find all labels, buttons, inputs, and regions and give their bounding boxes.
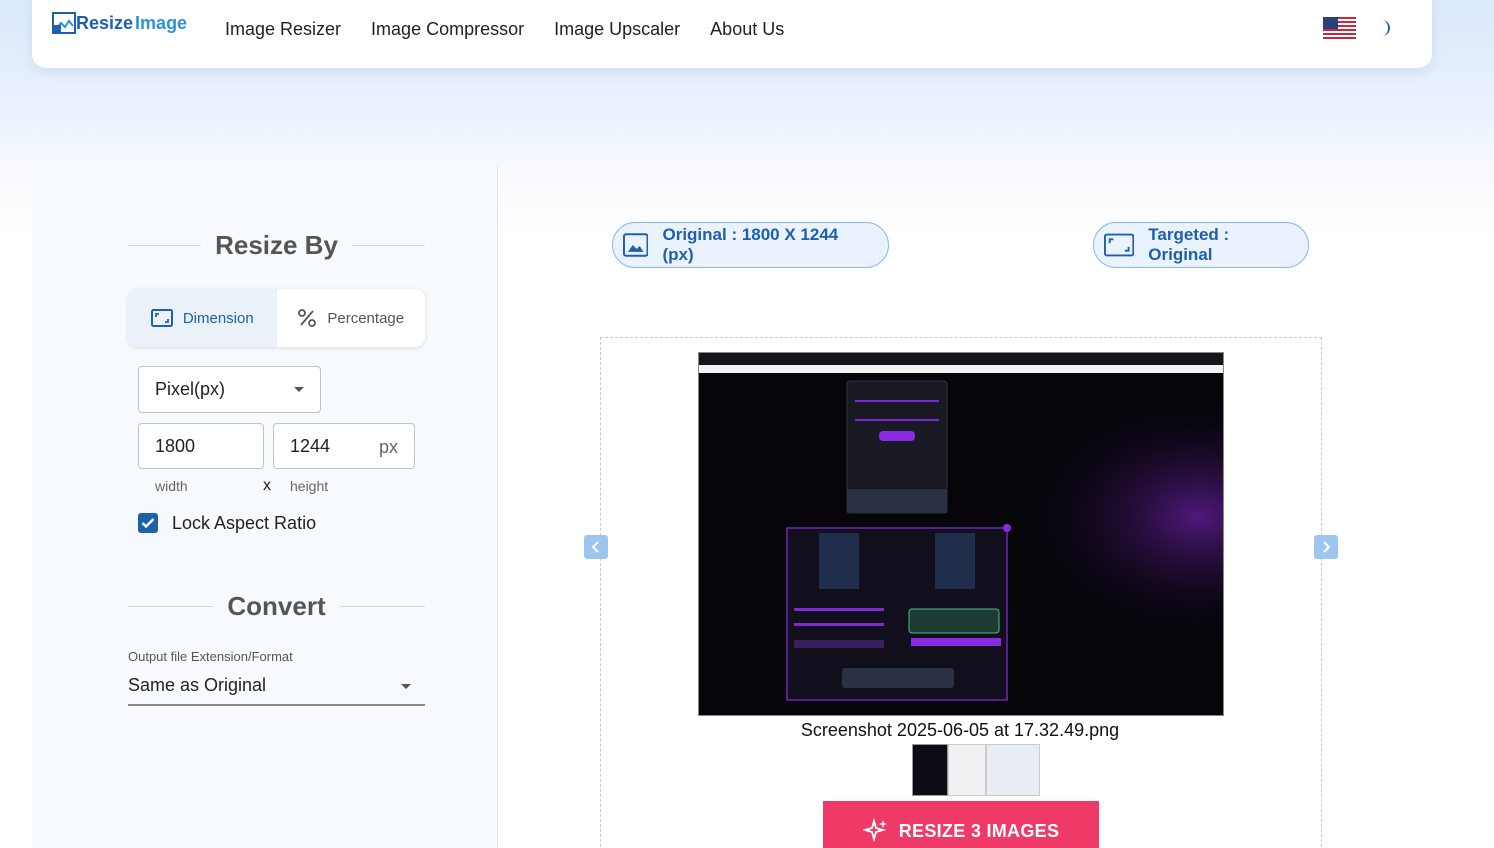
thumbnail-3[interactable] — [986, 744, 1040, 796]
original-size-label: Original : 1800 X 1244 (px) — [662, 225, 839, 264]
width-input[interactable]: 1800 — [138, 423, 264, 469]
convert-heading: Convert — [128, 591, 425, 622]
logo-text-resize: Resize — [76, 12, 134, 33]
image-preview — [698, 352, 1224, 716]
height-value: 1244 — [290, 435, 331, 456]
sparkles-icon — [862, 818, 887, 843]
resize-frame-icon — [1104, 233, 1135, 257]
preview-screenshot-graphic — [699, 353, 1223, 715]
original-size-badge: Original : 1800 X 1244 (px) — [612, 222, 889, 268]
percent-icon — [298, 309, 317, 327]
format-label: Output file Extension/Format — [128, 649, 293, 664]
us-flag-icon[interactable] — [1323, 17, 1356, 41]
chevron-down-icon — [294, 387, 304, 392]
logo[interactable]: Resize Image — [52, 12, 187, 34]
tab-percentage-label: Percentage — [327, 309, 405, 327]
nav-image-compressor[interactable]: Image Compressor — [371, 19, 524, 40]
height-label: height — [290, 478, 329, 494]
main-nav: Image Resizer Image Compressor Image Ups… — [225, 19, 784, 40]
unit-select[interactable]: Pixel(px) — [138, 366, 321, 413]
tab-percentage[interactable]: Percentage — [277, 289, 426, 347]
logo-icon — [52, 12, 76, 34]
chevron-down-icon — [401, 684, 411, 689]
resize-button-label: RESIZE 3 IMAGES — [898, 820, 1060, 841]
format-select[interactable]: Same as Original — [128, 670, 425, 706]
width-value: 1800 — [155, 435, 196, 456]
tab-dimension[interactable]: Dimension — [128, 289, 277, 347]
image-icon — [623, 233, 649, 257]
lock-aspect-checkbox[interactable] — [138, 513, 158, 533]
settings-panel: Resize By Dimension Percentage Pixel(px)… — [32, 166, 498, 848]
thumbnail-2[interactable] — [948, 744, 986, 796]
top-navbar: Resize Image Image Resizer Image Compres… — [32, 0, 1432, 68]
next-image-button[interactable] — [1314, 535, 1338, 559]
height-input[interactable]: 1244 px — [273, 423, 415, 469]
resize-by-title: Resize By — [215, 230, 338, 260]
prev-image-button[interactable] — [584, 535, 608, 559]
targeted-size-badge: Targeted : Original — [1093, 222, 1309, 268]
chevron-left-icon — [591, 541, 599, 553]
thumbnail-1[interactable] — [912, 744, 948, 796]
logo-text-image: Image — [135, 12, 188, 33]
unit-select-value: Pixel(px) — [155, 379, 226, 399]
dimension-separator: x — [263, 477, 271, 494]
chevron-right-icon — [1323, 541, 1331, 553]
resize-mode-toggle: Dimension Percentage — [128, 289, 425, 347]
nav-image-resizer[interactable]: Image Resizer — [225, 19, 341, 40]
lock-aspect-label: Lock Aspect Ratio — [172, 513, 317, 533]
format-select-value: Same as Original — [128, 675, 267, 695]
thumbnail-strip — [912, 744, 1040, 796]
checkmark-icon — [141, 518, 155, 529]
resize-images-button[interactable]: RESIZE 3 IMAGES — [823, 801, 1099, 848]
resize-by-heading: Resize By — [128, 230, 425, 261]
targeted-size-label: Targeted : Original — [1148, 225, 1230, 264]
unit-suffix: px — [378, 437, 398, 457]
nav-image-upscaler[interactable]: Image Upscaler — [554, 19, 680, 40]
dimension-icon — [150, 309, 173, 327]
image-filename: Screenshot 2025-06-05 at 17.32.49.png — [800, 720, 1120, 740]
tab-dimension-label: Dimension — [182, 309, 254, 327]
nav-about-us[interactable]: About Us — [710, 19, 784, 40]
width-label: width — [155, 478, 188, 494]
convert-title: Convert — [227, 591, 326, 621]
dark-mode-moon-icon[interactable] — [1374, 18, 1394, 38]
